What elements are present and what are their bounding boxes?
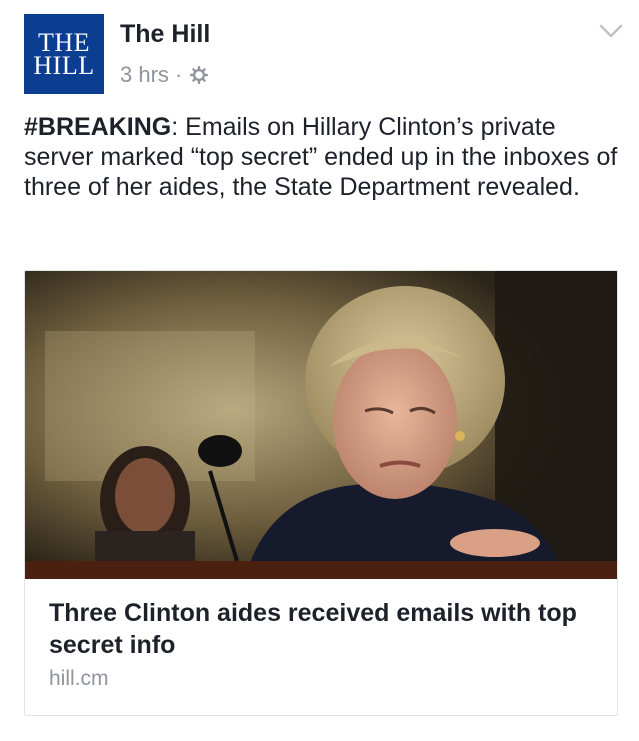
post-meta: 3 hrs · [120,62,209,88]
post-message: #BREAKING: Emails on Hillary Clinton’s p… [24,112,624,202]
link-card-domain: hill.cm [49,667,109,690]
gear-icon[interactable] [190,66,209,84]
photo-illustration [25,271,617,579]
logo-line-2: HILL [33,51,95,80]
link-card[interactable]: Three Clinton aides received emails with… [24,270,618,716]
link-card-photo[interactable] [25,271,617,579]
facebook-post: THE HILL The Hill 3 hrs · #BREAKING: Ema… [0,0,639,741]
chevron-down-icon[interactable] [598,18,624,44]
post-header: THE HILL The Hill 3 hrs · [24,14,624,94]
hashtag-breaking[interactable]: #BREAKING [24,113,171,141]
post-timestamp[interactable]: 3 hrs [120,62,169,88]
page-logo[interactable]: THE HILL [24,14,104,94]
page-name[interactable]: The Hill [120,20,210,49]
meta-separator: · [174,62,183,87]
link-card-text: Three Clinton aides received emails with… [49,597,599,691]
link-card-title[interactable]: Three Clinton aides received emails with… [49,597,599,661]
